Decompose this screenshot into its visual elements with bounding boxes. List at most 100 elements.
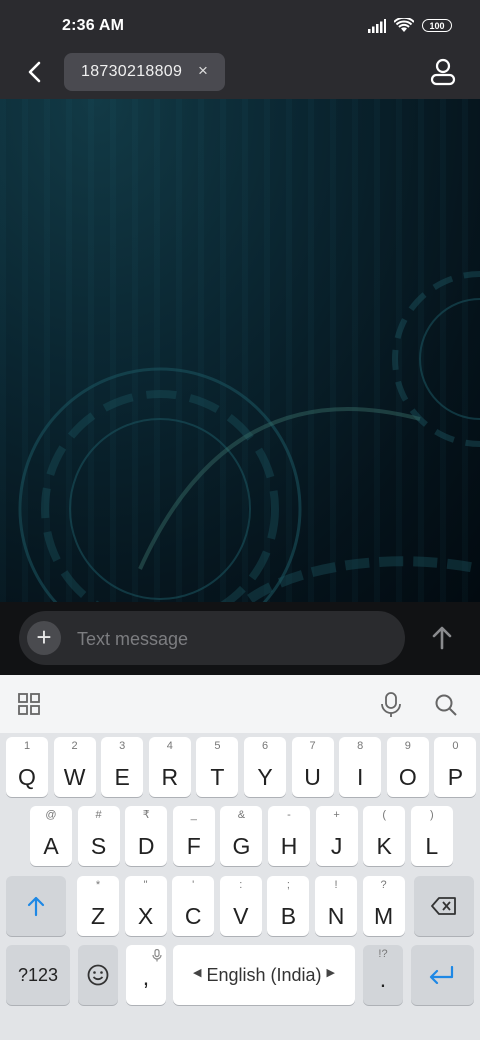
key-label: X bbox=[137, 903, 154, 929]
key-m[interactable]: ? M bbox=[362, 876, 405, 936]
key-hint: & bbox=[237, 809, 246, 821]
key-label: T bbox=[210, 764, 225, 790]
key-v[interactable]: :V bbox=[219, 876, 262, 936]
key-s[interactable]: # S bbox=[77, 806, 120, 866]
key-g[interactable]: & G bbox=[220, 806, 263, 866]
key-u[interactable]: 7U bbox=[291, 737, 334, 797]
status-time: 2:36 AM bbox=[62, 17, 125, 34]
key-e[interactable]: 3E bbox=[101, 737, 144, 797]
key-z[interactable]: * Z bbox=[77, 876, 119, 936]
person-icon bbox=[430, 58, 456, 86]
conversation-area bbox=[0, 99, 480, 602]
send-button[interactable] bbox=[424, 620, 460, 656]
key-hint: 0 bbox=[452, 740, 459, 752]
key-label: E bbox=[114, 764, 130, 790]
key-label: V bbox=[233, 903, 249, 929]
status-icons: 100 bbox=[368, 18, 452, 33]
backspace-icon bbox=[431, 897, 456, 915]
search-icon bbox=[435, 694, 457, 716]
key-w[interactable]: 2W bbox=[53, 737, 96, 797]
key-hint: ) bbox=[429, 809, 434, 821]
remove-recipient-icon[interactable]: × bbox=[193, 61, 213, 81]
signal-icon bbox=[368, 18, 386, 33]
contact-button[interactable] bbox=[430, 58, 456, 86]
message-input[interactable] bbox=[75, 611, 399, 667]
microphone-icon bbox=[381, 692, 401, 717]
key-f[interactable]: _ F bbox=[172, 806, 215, 866]
period-key-sub: !? bbox=[378, 948, 388, 960]
key-hint: 3 bbox=[119, 740, 126, 752]
key-label: O bbox=[398, 764, 417, 790]
key-hint: 8 bbox=[357, 740, 364, 752]
shift-arrow-icon bbox=[27, 896, 45, 917]
voice-input-button[interactable] bbox=[380, 692, 402, 723]
key-y[interactable]: 6Y bbox=[244, 737, 286, 797]
attach-button[interactable]: + bbox=[27, 621, 61, 655]
symbols-key[interactable]: ?123 bbox=[6, 945, 70, 1005]
emoji-key[interactable] bbox=[78, 945, 118, 1005]
backspace-key[interactable] bbox=[414, 876, 474, 936]
battery-icon: 100 bbox=[422, 19, 452, 32]
key-a[interactable]: @ A bbox=[30, 806, 72, 866]
key-t[interactable]: 5T bbox=[196, 737, 239, 797]
key-h[interactable]: -H bbox=[268, 806, 310, 866]
back-button[interactable] bbox=[20, 56, 48, 88]
key-label: J bbox=[330, 833, 343, 859]
key-hint: " bbox=[143, 879, 148, 891]
key-label: A bbox=[43, 833, 59, 859]
key-d[interactable]: ₹ D bbox=[125, 806, 168, 866]
key-hint: - bbox=[287, 809, 291, 821]
key-label: B bbox=[280, 903, 297, 929]
key-label: F bbox=[186, 833, 201, 859]
key-label: G bbox=[232, 833, 251, 859]
key-label: L bbox=[425, 833, 439, 859]
key-label: W bbox=[63, 764, 86, 790]
mic-small-icon bbox=[152, 949, 162, 962]
key-c[interactable]: ' C bbox=[172, 876, 215, 936]
enter-key[interactable] bbox=[411, 945, 474, 1005]
key-q[interactable]: 1Q bbox=[6, 737, 48, 797]
recipient-number: 18730218809 bbox=[81, 63, 183, 80]
key-label: H bbox=[280, 833, 298, 859]
enter-arrow-icon bbox=[429, 966, 454, 984]
key-o[interactable]: 9O bbox=[386, 737, 429, 797]
key-label: M bbox=[374, 903, 394, 929]
conversation-header: 18730218809 × bbox=[0, 44, 480, 100]
key-hint: * bbox=[95, 879, 101, 891]
key-hint: + bbox=[333, 809, 340, 821]
wifi-icon bbox=[394, 18, 414, 32]
key-hint: 2 bbox=[71, 740, 78, 752]
wallpaper-graphic bbox=[18, 271, 480, 602]
keyboard-menu-button[interactable] bbox=[18, 693, 40, 720]
keyboard: 1Q2W3E4R5T6Y7U8I9O0P @ A # S ₹ D _ F & G - H + J(K) L … bbox=[0, 733, 480, 1040]
comma-key[interactable]: , bbox=[126, 945, 166, 1005]
key-r[interactable]: 4R bbox=[148, 737, 191, 797]
key-hint: ! bbox=[334, 879, 338, 891]
key-b[interactable]: ; B bbox=[267, 876, 310, 936]
key-hint: 9 bbox=[404, 740, 411, 752]
space-key[interactable]: ◀ English (India) ▶ bbox=[173, 945, 355, 1005]
key-hint: @ bbox=[45, 809, 57, 821]
period-key[interactable]: !? . bbox=[363, 945, 403, 1005]
key-hint: 4 bbox=[166, 740, 173, 752]
key-hint: ? bbox=[380, 879, 387, 891]
key-label: K bbox=[376, 833, 392, 859]
key-hint: # bbox=[95, 809, 102, 821]
key-hint: _ bbox=[190, 809, 197, 821]
shift-key[interactable] bbox=[6, 876, 66, 936]
symbols-key-label: ?123 bbox=[17, 965, 59, 985]
key-label: C bbox=[184, 903, 202, 929]
key-n[interactable]: ! N bbox=[315, 876, 357, 936]
key-i[interactable]: 8I bbox=[339, 737, 382, 797]
key-j[interactable]: + J bbox=[315, 806, 358, 866]
key-p[interactable]: 0P bbox=[434, 737, 477, 797]
space-right-arrow-icon: ▶ bbox=[326, 967, 335, 979]
key-l[interactable]: ) L bbox=[410, 806, 453, 866]
key-k[interactable]: (K bbox=[363, 806, 406, 866]
key-x[interactable]: " X bbox=[124, 876, 167, 936]
keyboard-search-button[interactable] bbox=[434, 693, 458, 722]
key-label: U bbox=[304, 764, 321, 790]
recipient-chip[interactable]: 18730218809 × bbox=[64, 53, 225, 91]
compose-bar: + bbox=[0, 602, 480, 675]
key-label: D bbox=[137, 833, 155, 859]
